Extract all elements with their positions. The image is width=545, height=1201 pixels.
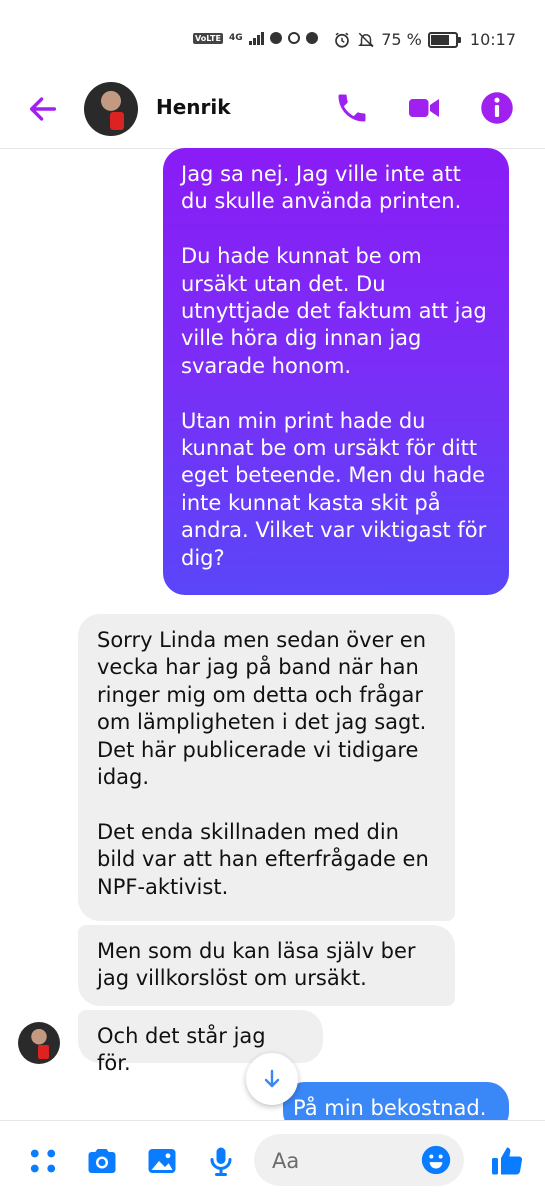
message-bubble-sent[interactable]: Jag sa nej. Jag ville inte att du skulle…	[163, 148, 509, 595]
camera-button[interactable]	[84, 1143, 120, 1179]
message-composer[interactable]	[254, 1134, 464, 1186]
clock: 10:17	[469, 30, 516, 49]
contact-name[interactable]: Henrik	[156, 95, 231, 119]
sync-notification-icon	[287, 32, 300, 44]
microphone-icon	[210, 1147, 232, 1176]
message-bubble-received[interactable]: Och det står jag för.	[78, 1010, 323, 1075]
battery-percent: 75 %	[381, 30, 422, 49]
composer-bar	[0, 1120, 545, 1201]
more-actions-button[interactable]	[25, 1143, 61, 1179]
menu-dots-icon	[30, 1149, 56, 1173]
emoji-icon	[421, 1145, 451, 1175]
messenger-notification-icon	[269, 32, 282, 44]
voice-message-button[interactable]	[203, 1143, 239, 1179]
video-call-button[interactable]	[406, 90, 442, 126]
battery-icon	[427, 31, 461, 48]
status-right: 75 % 10:17	[333, 30, 516, 49]
like-button[interactable]	[489, 1143, 525, 1179]
network-label: 4G	[228, 33, 243, 43]
arrow-down-icon	[264, 1069, 280, 1088]
message-bubble-received[interactable]: Sorry Linda men sedan över en vecka har …	[78, 614, 455, 921]
phone-icon	[338, 94, 366, 122]
message-bubble-received[interactable]: Men som du kan läsa själv ber jag villko…	[78, 925, 455, 1006]
volte-badge: VoLTE	[193, 32, 223, 44]
battery-fill	[430, 34, 449, 45]
back-button[interactable]	[26, 92, 60, 126]
alarm-icon	[335, 32, 350, 48]
contact-avatar[interactable]	[84, 82, 138, 136]
voice-call-button[interactable]	[334, 90, 370, 126]
status-bar: VoLTE 4G 75 % 10:17	[0, 0, 545, 80]
scroll-to-bottom-button[interactable]	[246, 1053, 298, 1105]
back-arrow-icon	[29, 97, 57, 121]
facebook-notification-icon	[305, 32, 318, 44]
status-left: VoLTE 4G	[193, 31, 318, 45]
info-icon	[481, 92, 513, 124]
gallery-icon	[148, 1149, 176, 1173]
conversation-info-button[interactable]	[479, 90, 515, 126]
camera-icon	[88, 1149, 116, 1173]
emoji-button[interactable]	[419, 1143, 453, 1177]
video-icon	[409, 99, 439, 117]
sender-avatar[interactable]	[18, 1022, 60, 1064]
message-input[interactable]	[270, 1144, 414, 1178]
mute-bell-icon	[358, 32, 375, 47]
thumbs-up-icon	[492, 1147, 523, 1175]
conversation-header: Henrik	[0, 80, 545, 149]
gallery-button[interactable]	[144, 1143, 180, 1179]
signal-icon	[248, 31, 264, 45]
